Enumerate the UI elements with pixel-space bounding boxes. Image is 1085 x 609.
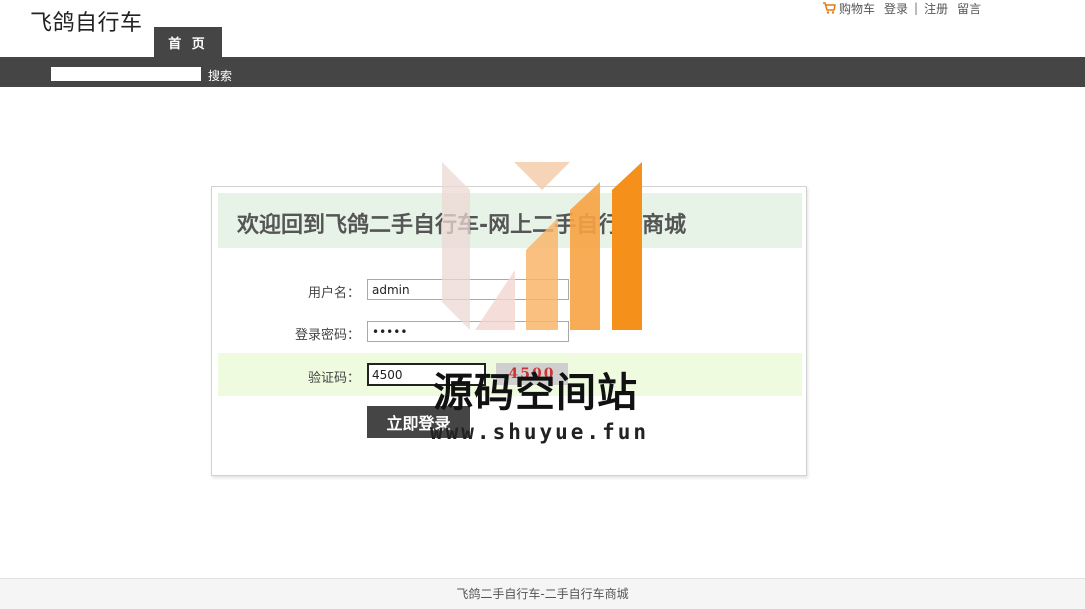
message-link[interactable]: 留言 <box>957 0 981 17</box>
username-field[interactable] <box>367 279 569 300</box>
password-label: 登录密码： <box>294 328 360 343</box>
nav-bar: 搜索 <box>0 57 1085 87</box>
cart-link[interactable]: 购物车 <box>839 0 875 17</box>
footer: 飞鸽二手自行车-二手自行车商城 <box>0 578 1085 609</box>
top-links: 购物车 登录 | 注册 留言 <box>822 0 981 16</box>
shopping-cart-icon[interactable] <box>822 2 836 14</box>
link-separator: | <box>914 1 919 15</box>
search-input[interactable] <box>51 67 201 81</box>
password-field[interactable] <box>367 321 569 342</box>
tab-home[interactable]: 首 页 <box>154 27 222 57</box>
register-link[interactable]: 注册 <box>924 0 948 17</box>
watermark-url: www.shuyue.fun <box>430 420 650 444</box>
login-link[interactable]: 登录 <box>884 0 908 17</box>
watermark-text: 源码空间站 <box>433 370 638 416</box>
site-title: 飞鸽自行车 <box>30 11 143 36</box>
login-header: 欢迎回到飞鸽二手自行车-网上二手自行车商城 <box>218 193 802 248</box>
login-title: 欢迎回到飞鸽二手自行车-网上二手自行车商城 <box>237 213 687 238</box>
captcha-label: 验证码： <box>307 371 360 386</box>
username-label: 用户名： <box>307 286 360 301</box>
search-button[interactable]: 搜索 <box>208 67 232 84</box>
